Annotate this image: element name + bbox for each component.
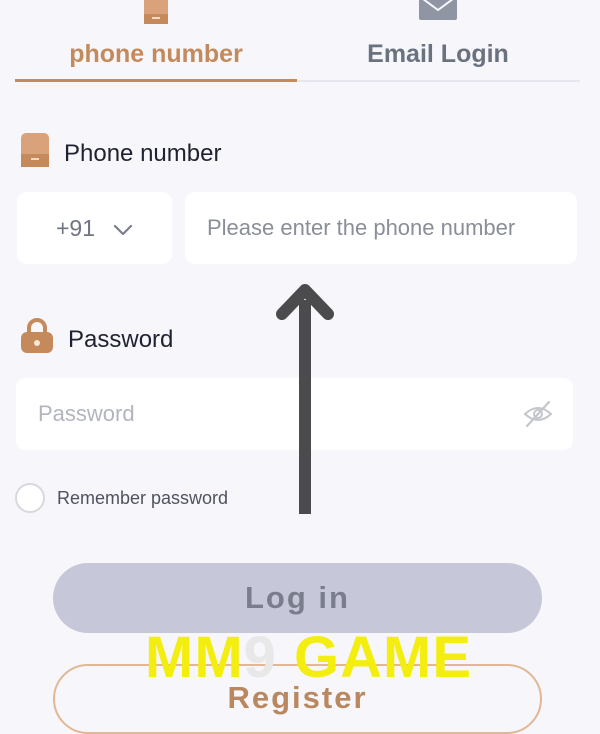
arrow-up-icon bbox=[276, 284, 334, 514]
login-tabs: phone number Email Login bbox=[15, 0, 580, 82]
tab-phone-label: phone number bbox=[69, 40, 243, 68]
tab-email-login[interactable]: Email Login bbox=[297, 0, 579, 80]
tab-phone-number[interactable]: phone number bbox=[15, 0, 297, 80]
watermark-nine: 9 bbox=[243, 625, 277, 690]
phone-icon bbox=[20, 132, 50, 175]
tab-email-label: Email Login bbox=[367, 40, 509, 68]
phone-number-label: Phone number bbox=[64, 139, 222, 167]
phone-number-field-wrap bbox=[185, 192, 577, 264]
password-label: Password bbox=[68, 325, 174, 353]
remember-password-radio[interactable] bbox=[15, 483, 45, 513]
country-code-select[interactable]: +91 bbox=[17, 192, 172, 264]
active-tab-indicator bbox=[15, 79, 297, 82]
login-button[interactable]: Log in bbox=[53, 563, 542, 633]
country-code-value: +91 bbox=[55, 214, 95, 241]
chevron-down-icon bbox=[113, 215, 133, 242]
phone-number-input[interactable] bbox=[185, 192, 577, 264]
watermark-text-a: MM bbox=[145, 625, 244, 690]
remember-password-row[interactable]: Remember password bbox=[15, 483, 228, 513]
watermark-logo: MM9 GAME bbox=[145, 624, 472, 691]
envelope-icon bbox=[418, 0, 458, 27]
watermark-text-b: GAME bbox=[276, 625, 473, 690]
phone-icon bbox=[142, 0, 170, 31]
lock-icon bbox=[20, 318, 54, 361]
eye-slash-icon[interactable] bbox=[523, 400, 553, 433]
password-heading: Password bbox=[20, 318, 173, 361]
remember-password-label: Remember password bbox=[57, 487, 229, 508]
phone-number-heading: Phone number bbox=[20, 132, 221, 175]
